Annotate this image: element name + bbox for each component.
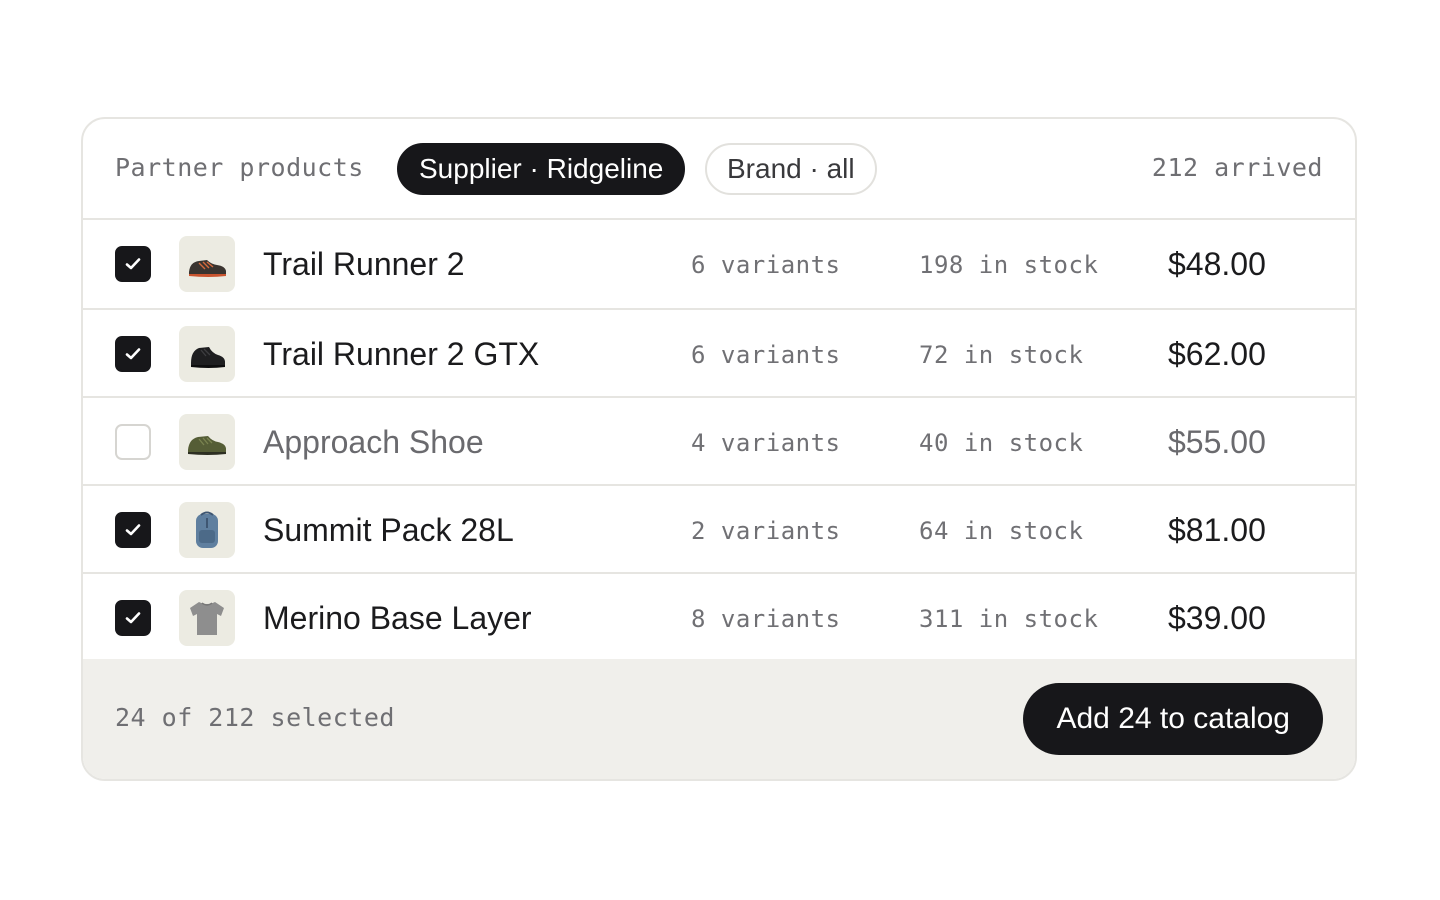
row-checkbox[interactable]: [115, 246, 151, 282]
shirt-icon: [190, 602, 224, 635]
product-name: Trail Runner 2: [263, 246, 465, 282]
product-name: Trail Runner 2 GTX: [263, 336, 540, 372]
stock-count: 311 in stock: [919, 605, 1099, 633]
variant-count: 6 variants: [691, 251, 841, 279]
check-icon: [125, 612, 141, 624]
stock-count: 72 in stock: [919, 341, 1084, 369]
olive-shoe-icon: [188, 436, 226, 455]
variant-count: 4 variants: [691, 429, 841, 457]
product-row[interactable]: Trail Runner 2 6 variants 198 in stock $…: [83, 220, 1355, 310]
card-header: Partner products Supplier · Ridgeline Br…: [83, 119, 1355, 220]
add-to-catalog-button[interactable]: Add 24 to catalog: [1023, 683, 1323, 755]
check-icon: [125, 348, 141, 360]
variant-count: 8 variants: [691, 605, 841, 633]
check-icon: [125, 524, 141, 536]
selection-footer: 24 of 212 selected Add 24 to catalog: [83, 659, 1355, 779]
product-price: $81.00: [1168, 512, 1266, 548]
product-price: $55.00: [1168, 424, 1266, 460]
product-row[interactable]: Summit Pack 28L 2 variants 64 in stock $…: [83, 486, 1355, 574]
filter-chip-brand[interactable]: Brand · all: [705, 143, 877, 195]
product-price: $48.00: [1168, 246, 1266, 282]
product-thumbnail: [179, 414, 235, 470]
row-checkbox[interactable]: [115, 336, 151, 372]
product-row[interactable]: Approach Shoe 4 variants 40 in stock $55…: [83, 398, 1355, 486]
partner-products-card: Partner products Supplier · Ridgeline Br…: [81, 117, 1357, 781]
product-thumbnail: [179, 236, 235, 292]
stock-count: 40 in stock: [919, 429, 1084, 457]
product-name: Merino Base Layer: [263, 600, 532, 636]
row-checkbox[interactable]: [115, 600, 151, 636]
product-row[interactable]: Merino Base Layer 8 variants 311 in stoc…: [83, 574, 1355, 662]
stock-count: 64 in stock: [919, 517, 1084, 545]
row-checkbox[interactable]: [115, 512, 151, 548]
arrived-count: 212 arrived: [1151, 153, 1323, 182]
product-thumbnail: [179, 326, 235, 382]
product-row[interactable]: Trail Runner 2 GTX 6 variants 72 in stoc…: [83, 310, 1355, 398]
product-list: Trail Runner 2 6 variants 198 in stock $…: [83, 220, 1355, 662]
product-thumbnail: [179, 590, 235, 646]
product-price: $62.00: [1168, 336, 1266, 372]
black-shoe-icon: [191, 347, 225, 368]
variant-count: 2 variants: [691, 517, 841, 545]
product-name: Summit Pack 28L: [263, 512, 514, 548]
variant-count: 6 variants: [691, 341, 841, 369]
check-icon: [125, 258, 141, 270]
product-name: Approach Shoe: [263, 424, 484, 460]
section-title: Partner products: [115, 153, 364, 182]
trail-shoe-icon: [189, 260, 226, 277]
product-price: $39.00: [1168, 600, 1266, 636]
row-checkbox[interactable]: [115, 424, 151, 460]
selection-count: 24 of 212 selected: [115, 703, 395, 732]
backpack-icon: [196, 511, 218, 548]
product-thumbnail: [179, 502, 235, 558]
stock-count: 198 in stock: [919, 251, 1099, 279]
filter-chip-supplier[interactable]: Supplier · Ridgeline: [397, 143, 686, 195]
